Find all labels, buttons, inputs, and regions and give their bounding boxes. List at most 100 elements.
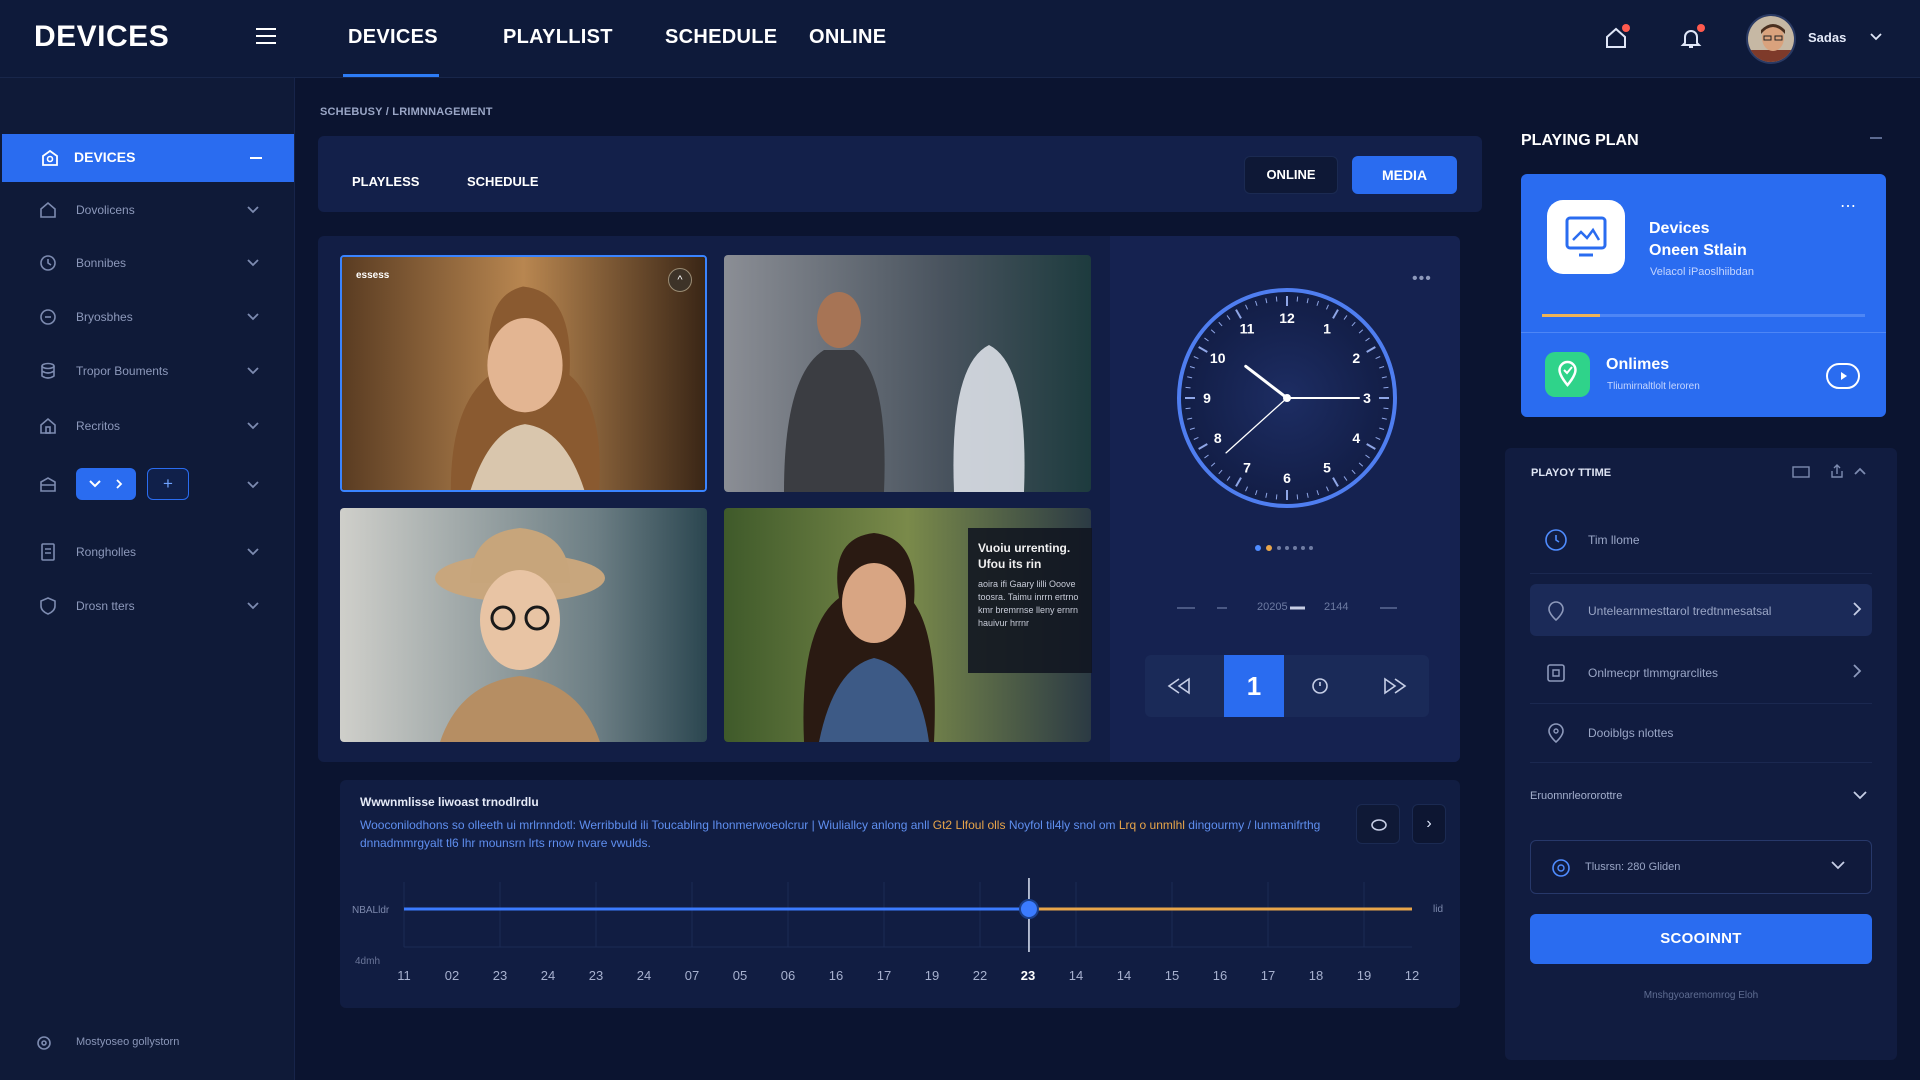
top-tab-schedule[interactable]: SCHEDULE: [665, 26, 777, 49]
plan-device-subtitle: Velacol iPaoslhiibdan: [1650, 266, 1754, 278]
time-row-4[interactable]: Dooiblgs nlottes: [1530, 706, 1872, 758]
timeline-description: Wooconilodhons so olleeth ui mrlrnndotl:…: [360, 816, 1330, 852]
timeline-desc-highlight: Lrq o unmlhl: [1118, 818, 1185, 832]
clock-number: 3: [1363, 390, 1371, 406]
time-row-1[interactable]: Tim llome: [1530, 513, 1872, 565]
pagination-dots[interactable]: [1254, 544, 1320, 552]
time-row-label: Dooiblgs nlottes: [1588, 726, 1674, 740]
box-icon: [38, 475, 58, 495]
media-thumbnail-1[interactable]: [340, 255, 707, 492]
timer-icon[interactable]: [1290, 655, 1350, 717]
thumbnail-up-button[interactable]: ^: [668, 268, 692, 292]
clock-number: 2: [1352, 350, 1360, 366]
top-bar: [0, 0, 1920, 78]
share-icon[interactable]: [1830, 463, 1844, 479]
chevron-down-icon[interactable]: [1870, 33, 1882, 41]
window-icon[interactable]: [1792, 465, 1810, 479]
caption-title: Vuoiu urrenting. Ufou its rin: [978, 541, 1071, 571]
timeline-tick-label: 24: [637, 968, 651, 983]
clock-tick: [1296, 494, 1299, 500]
document-icon: [38, 542, 58, 562]
timeline-tick-label: 23: [589, 968, 603, 983]
sidebar-item-3[interactable]: Bryosbhes: [0, 295, 295, 339]
plan-device-title: Devices Oneen Stlain: [1649, 218, 1819, 262]
sidebar-footer-link[interactable]: Mostyoseo gollystorn: [34, 1033, 179, 1053]
top-tab-online[interactable]: ONLINE: [809, 26, 886, 49]
menu-icon[interactable]: [256, 28, 276, 44]
plan-device-title-line: Devices: [1649, 220, 1710, 237]
timeline-tick-label: 19: [925, 968, 939, 983]
thumbnail-caption: Vuoiu urrenting. Ufou its rin aoira ifi …: [968, 528, 1092, 673]
chevron-down-icon: [247, 259, 259, 267]
more-icon[interactable]: •••: [1412, 270, 1432, 288]
clock-tick: [1185, 386, 1191, 389]
sidebar-item-2[interactable]: Bonnibes: [0, 241, 295, 285]
sidebar-item-7[interactable]: Rongholles: [0, 530, 295, 574]
timeline-scrubber[interactable]: 11 02 23 24 23 24 07 05 06 16 17 19 22 23 14 14 15 16 17 18…: [340, 872, 1460, 1002]
timeline-tick-label: 17: [877, 968, 891, 983]
sidebar-add-button[interactable]: +: [147, 468, 189, 500]
online-status-title: Onlimes: [1606, 356, 1670, 373]
sidebar-item-4[interactable]: Tropor Bouments: [0, 349, 295, 393]
timeline-tick-label: 19: [1357, 968, 1371, 983]
app-logo: DEVICES: [34, 20, 170, 53]
timeline-tick-label: 06: [781, 968, 795, 983]
avatar[interactable]: [1746, 14, 1796, 64]
sidebar-item-devices[interactable]: DEVICES: [2, 134, 294, 182]
chevron-down-icon[interactable]: [1853, 791, 1867, 800]
rewind-icon[interactable]: [1155, 655, 1215, 717]
sidebar-item-label: Recritos: [76, 419, 121, 433]
next-button[interactable]: ›: [1412, 804, 1446, 844]
sidebar-item-label: Drosn tters: [76, 599, 135, 613]
sidebar-item-8[interactable]: Drosn tters: [0, 584, 295, 628]
timeline-axis-label: lid: [1433, 904, 1444, 915]
sidebar-item-1[interactable]: Dovolicens: [0, 188, 295, 232]
divider: [1530, 762, 1872, 763]
username-label[interactable]: Sadas: [1808, 30, 1846, 45]
clock-tick: [1296, 296, 1299, 302]
plan-progress-fill: [1542, 314, 1601, 317]
shield-icon: [38, 596, 58, 616]
time-row-2[interactable]: Untelearnmesttarol tredtnmesatsal: [1530, 584, 1872, 636]
sidebar-toggle-button[interactable]: [76, 468, 136, 500]
sidebar-active-label: DEVICES: [74, 149, 136, 165]
submit-button[interactable]: SCOOINNT: [1530, 914, 1872, 964]
collapse-icon[interactable]: [250, 157, 262, 159]
play-icon[interactable]: [1826, 363, 1860, 389]
divider: [1521, 332, 1886, 333]
collapse-icon[interactable]: [1870, 137, 1882, 139]
chevron-down-icon: [247, 367, 259, 375]
breadcrumb[interactable]: SCHEBUSY / LRIMNNAGEMENT: [320, 106, 493, 118]
home-alert-dot: [1622, 24, 1630, 32]
timeline-tick-labels: 11 02 23 24 23 24 07 05 06 16 17 19 22 23 14 14 15 16 17 18…: [397, 968, 1419, 983]
sidebar-item-label: Tropor Bouments: [76, 364, 169, 378]
chevron-up-icon[interactable]: [1854, 467, 1866, 475]
clock-tick: [1383, 407, 1389, 410]
environment-select[interactable]: Tlusrsn: 280 Gliden: [1530, 840, 1872, 894]
timeline-axis-label: NBALldr: [352, 905, 390, 916]
divider: [1530, 573, 1872, 574]
bell-alert-dot: [1697, 24, 1705, 32]
time-row-3[interactable]: Onlmecpr tlmmgrarclites: [1530, 646, 1872, 698]
timeline-tick-label: 14: [1069, 968, 1083, 983]
tab-playlist[interactable]: PLAYLESS: [352, 174, 419, 189]
sidebar-item-5[interactable]: Recritos: [0, 404, 295, 448]
top-tab-devices[interactable]: DEVICES: [348, 26, 438, 49]
online-button[interactable]: ONLINE: [1244, 156, 1338, 194]
analog-clock: 123456789101112: [1177, 288, 1397, 508]
clock-tick: [1185, 407, 1191, 410]
top-tab-playlist[interactable]: PLAYLLIST: [503, 26, 613, 49]
timeline-desc-highlight: Gt2 Llfoul olls: [932, 818, 1006, 832]
current-track-button[interactable]: 1: [1224, 655, 1284, 717]
more-icon[interactable]: ⋯: [1840, 196, 1856, 216]
timeline-tick-label: 07: [685, 968, 699, 983]
media-thumbnail-2[interactable]: [724, 255, 1091, 492]
tab-schedule[interactable]: SCHEDULE: [467, 174, 539, 189]
chevron-down-icon: [247, 602, 259, 610]
loop-button[interactable]: [1356, 804, 1400, 844]
forward-icon[interactable]: [1363, 655, 1423, 717]
playing-plan-title: PLAYING PLAN: [1521, 132, 1639, 149]
media-thumbnail-3[interactable]: [340, 508, 707, 742]
media-button[interactable]: MEDIA: [1352, 156, 1457, 194]
chevron-right-icon: [1852, 602, 1862, 616]
